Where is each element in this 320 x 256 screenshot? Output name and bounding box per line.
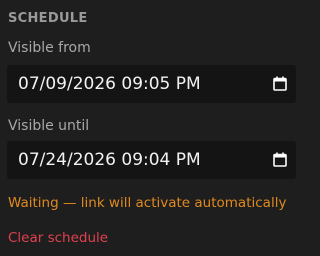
visible-from-value[interactable]: 07/09/2026 09:05 PM <box>18 74 201 94</box>
calendar-icon[interactable] <box>273 152 287 167</box>
visible-from-label: Visible from <box>8 40 91 56</box>
schedule-status-text: Waiting — link will activate automatical… <box>8 195 287 211</box>
calendar-icon[interactable] <box>273 76 287 91</box>
visible-until-value[interactable]: 07/24/2026 09:04 PM <box>18 150 201 170</box>
visible-until-input[interactable]: 07/24/2026 09:04 PM <box>7 141 296 179</box>
visible-from-input[interactable]: 07/09/2026 09:05 PM <box>7 65 296 103</box>
clear-schedule-link[interactable]: Clear schedule <box>8 230 108 246</box>
visible-until-label: Visible until <box>8 118 90 134</box>
section-title: SCHEDULE <box>8 11 88 26</box>
